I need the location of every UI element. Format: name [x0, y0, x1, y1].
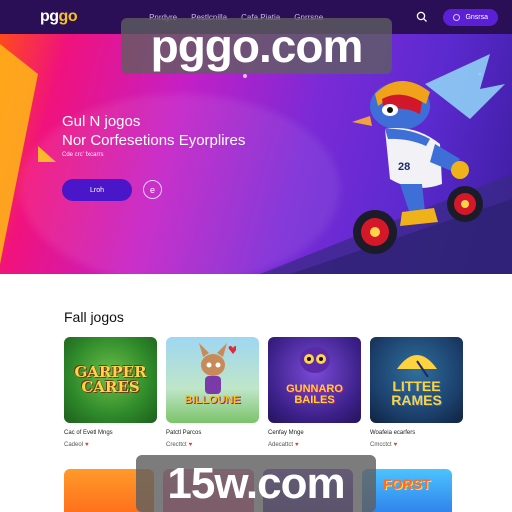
heart-icon[interactable]: ♥ — [189, 442, 193, 448]
watermark-bottom: 15w.com — [136, 455, 376, 512]
game-art-title: GARPER CARES — [74, 363, 147, 396]
game-meta-text: Cadeol — [64, 442, 84, 448]
game-card[interactable]: GUNNARO BAILES Cenfay Mnge Adecattct ♥ — [268, 337, 361, 448]
heart-icon[interactable]: ♥ — [394, 442, 398, 448]
game-meta: Adecattct ♥ — [268, 442, 361, 448]
hero-title-line2: Nor Corfesetions Eyorplires — [62, 132, 246, 149]
page: pggo Pnrdyre Pestlcnilla Cafa Piatia Gnr… — [0, 0, 512, 512]
umbrella-illustration — [397, 355, 437, 377]
game-art-title: GUNNARO BAILES — [286, 383, 343, 406]
logo[interactable]: pggo — [40, 8, 78, 26]
game-title[interactable]: Cac of Evetl Mngs — [64, 430, 157, 436]
hero-title: Gul N jogos Nor Corfesetions Eyorplires — [62, 112, 245, 150]
game-card[interactable]: LITTEE RAMES Woafeia ecarfers Cmcctct ♥ — [370, 337, 463, 448]
game-art-title: FORST — [383, 476, 431, 492]
game-meta: Crecttct ♥ — [166, 442, 259, 448]
user-icon — [453, 13, 461, 21]
game-card[interactable]: BILLOUNE Patctl Parcos Crecttct ♥ — [166, 337, 259, 448]
heart-icon[interactable]: ♥ — [85, 442, 89, 448]
hero-title-line1: Gul N jogos — [62, 113, 141, 130]
game-art-title: LITTEE RAMES — [391, 378, 442, 408]
game-meta: Cmcctct ♥ — [370, 442, 463, 448]
game-title[interactable]: Cenfay Mnge — [268, 430, 361, 436]
character-illustration — [300, 347, 330, 373]
game-title[interactable]: Woafeia ecarfers — [370, 430, 463, 436]
search-icon[interactable] — [415, 10, 429, 24]
heart-icon[interactable]: ♥ — [295, 442, 299, 448]
nav-cta-label: Gnsrsa — [465, 13, 488, 21]
game-meta: Cadeol ♥ — [64, 442, 157, 448]
logo-main: pg — [40, 8, 59, 25]
watermark-top: pggo.com — [121, 18, 392, 74]
game-thumbnail[interactable]: GUNNARO BAILES — [268, 337, 361, 423]
game-meta-text: Crecttct — [166, 442, 187, 448]
section-title: Fall jogos — [64, 309, 124, 325]
nav-right: Gnsrsa — [415, 8, 498, 26]
character-illustration — [199, 343, 236, 394]
game-art-title: BILLOUNE — [184, 393, 241, 406]
hero-play-button[interactable]: Lroh — [62, 179, 132, 201]
game-title[interactable]: Patctl Parcos — [166, 430, 259, 436]
nav-cta-button[interactable]: Gnsrsa — [443, 8, 498, 26]
game-thumbnail[interactable]: LITTEE RAMES — [370, 337, 463, 423]
game-thumbnail[interactable]: BILLOUNE — [166, 337, 259, 423]
game-card[interactable]: GARPER CARES Cac of Evetl Mngs Cadeol ♥ — [64, 337, 157, 448]
game-thumbnail[interactable]: GARPER CARES — [64, 337, 157, 423]
game-meta-text: Cmcctct — [370, 442, 392, 448]
mascot-number: 28 — [398, 161, 410, 173]
hero-secondary-button[interactable]: e — [143, 180, 162, 199]
logo-accent: go — [58, 8, 78, 25]
game-meta-text: Adecattct — [268, 442, 294, 448]
mascot-illustration: 28 — [352, 54, 505, 254]
hero-subtitle: Cde crc' fxcarrs — [62, 152, 104, 158]
games-grid: GARPER CARES Cac of Evetl Mngs Cadeol ♥ B… — [64, 337, 463, 448]
